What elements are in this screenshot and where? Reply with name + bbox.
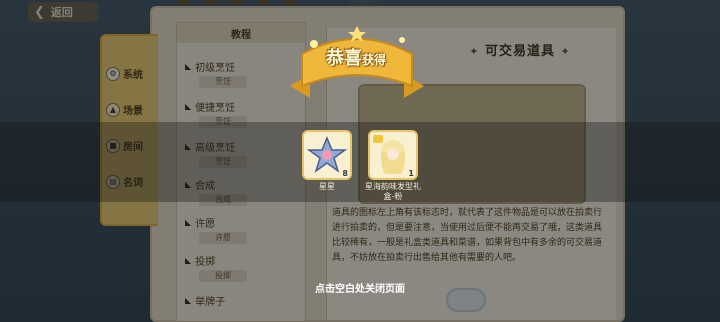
reward-count: 1 (408, 169, 414, 178)
banner-main: 恭喜 (325, 48, 362, 69)
reward-name: 星星 (319, 182, 335, 191)
reward-item-hair-gift[interactable]: 1 (368, 130, 418, 180)
reward-name: 星海韵味发型礼盒-粉 (365, 182, 421, 201)
reward-count: 8 (342, 169, 348, 178)
close-hint: 点击空白处关闭页面 (315, 284, 405, 295)
reward-item-star[interactable]: 8 (302, 130, 352, 180)
banner-title: 恭喜获得 (306, 44, 406, 70)
banner-sub: 获得 (361, 53, 386, 67)
